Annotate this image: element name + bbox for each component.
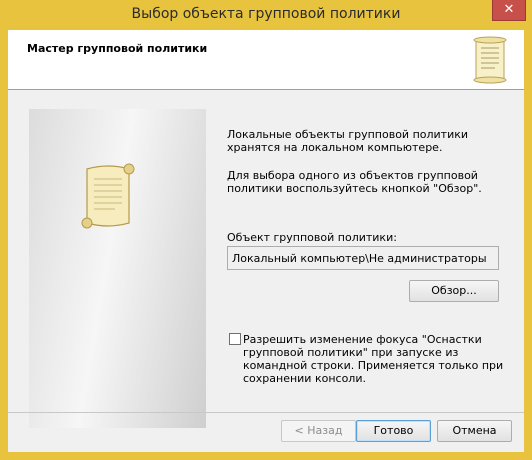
info-paragraph-browse-hint: Для выбора одного из объектов групповой … bbox=[227, 169, 482, 195]
finish-button[interactable]: Готово bbox=[356, 420, 431, 442]
window-frame-right bbox=[524, 30, 532, 460]
title-bar[interactable]: Выбор объекта групповой политики ✕ bbox=[0, 0, 532, 30]
close-icon: ✕ bbox=[503, 2, 515, 17]
gpo-object-field: Локальный компьютер\Не администраторы bbox=[227, 246, 499, 270]
back-button[interactable]: < Назад bbox=[281, 420, 356, 442]
gpo-field-label: Объект групповой политики: bbox=[227, 231, 397, 244]
wizard-title: Мастер групповой политики bbox=[27, 42, 208, 55]
info-paragraph-storage: Локальные объекты групповой политики хра… bbox=[227, 128, 469, 154]
gpo-selection-dialog: Выбор объекта групповой политики ✕ Масте… bbox=[0, 0, 532, 460]
allow-focus-change-checkbox[interactable] bbox=[229, 333, 241, 345]
scroll-icon bbox=[81, 163, 135, 229]
scroll-icon bbox=[473, 36, 507, 84]
window-frame-left bbox=[0, 30, 8, 460]
footer-separator bbox=[8, 412, 524, 413]
wizard-sidebar-graphic bbox=[29, 109, 206, 428]
close-button[interactable]: ✕ bbox=[492, 0, 526, 21]
wizard-header: Мастер групповой политики bbox=[8, 30, 524, 90]
browse-button[interactable]: Обзор... bbox=[409, 280, 499, 302]
dialog-client-area: Мастер групповой политики Локальные объе… bbox=[8, 30, 524, 452]
allow-focus-change-label[interactable]: Разрешить изменение фокуса "Оснастки гру… bbox=[243, 333, 509, 385]
window-frame-bottom bbox=[0, 452, 532, 460]
window-title: Выбор объекта групповой политики bbox=[131, 6, 401, 22]
cancel-button[interactable]: Отмена bbox=[437, 420, 512, 442]
